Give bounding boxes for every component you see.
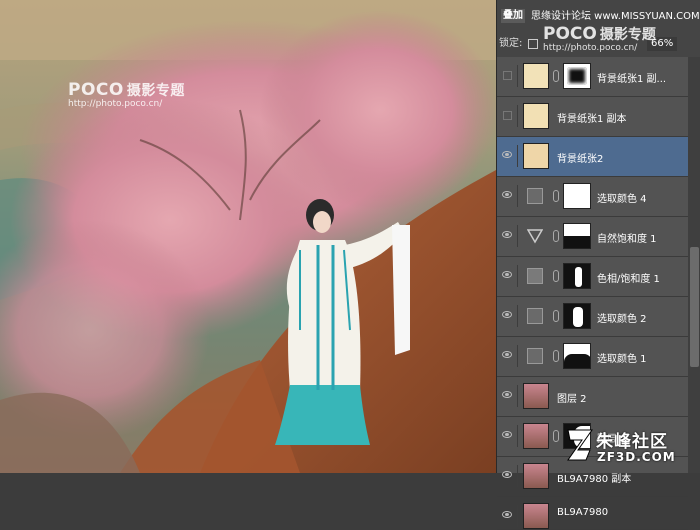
visibility-toggle[interactable] xyxy=(499,265,518,287)
eye-icon xyxy=(502,351,512,358)
layer-name: 背景纸张2 xyxy=(557,154,604,165)
layer-row[interactable]: 选取颜色 2 xyxy=(497,297,688,337)
layers-panel: 叠加 思缘设计论坛 www.MISSYUAN.COM 锁定: 66% POCO 摄… xyxy=(496,0,700,530)
eye-icon xyxy=(502,511,512,518)
layer-thumbnail xyxy=(523,143,549,169)
link-icon xyxy=(553,70,559,82)
logo-name: 朱峰社区 xyxy=(596,432,668,452)
layer-name: 选取颜色 1 xyxy=(597,354,647,365)
photo-artwork xyxy=(0,0,496,473)
link-icon xyxy=(553,310,559,322)
layer-thumbnail xyxy=(523,503,549,529)
visibility-toggle[interactable] xyxy=(499,505,518,527)
visibility-toggle[interactable] xyxy=(499,425,518,447)
hue-saturation-icon xyxy=(527,268,543,284)
layer-thumbnail xyxy=(523,103,549,129)
visibility-toggle[interactable] xyxy=(499,225,518,247)
layer-row[interactable]: 色相/饱和度 1 xyxy=(497,257,688,297)
eye-icon xyxy=(502,471,512,478)
visibility-toggle[interactable] xyxy=(499,185,518,207)
layer-name: 选取颜色 2 xyxy=(597,314,647,325)
eye-icon xyxy=(502,151,512,158)
tab-blend[interactable]: 叠加 xyxy=(501,9,525,23)
layer-thumbnail xyxy=(523,63,549,89)
layer-thumbnail xyxy=(523,423,549,449)
layer-row[interactable]: 选取颜色 1 xyxy=(497,337,688,377)
logo-domain: ZF3D.COM xyxy=(597,450,676,464)
visibility-toggle[interactable] xyxy=(499,345,518,367)
z-logo-icon xyxy=(567,429,593,461)
layer-name: 选取颜色 4 xyxy=(597,194,647,205)
eye-icon xyxy=(502,231,512,238)
layer-mask-thumbnail xyxy=(563,63,591,89)
layer-name: 背景纸张1 副... xyxy=(597,74,667,85)
selective-color-icon xyxy=(527,308,543,324)
visibility-toggle[interactable] xyxy=(499,305,518,327)
watermark-url: http://photo.poco.cn/ xyxy=(68,99,163,109)
selective-color-icon xyxy=(527,348,543,364)
hidden-box-icon xyxy=(503,71,512,80)
layer-name: 背景纸张1 副本 xyxy=(557,114,627,125)
panel-watermark-brand: POCO xyxy=(543,24,597,44)
watermark-brand-cn: 摄影专题 xyxy=(126,83,185,99)
site-watermark: 思缘设计论坛 www.MISSYUAN.COM xyxy=(531,11,700,22)
hidden-box-icon xyxy=(503,111,512,120)
layer-row[interactable]: 图层 2 xyxy=(497,377,688,417)
visibility-toggle[interactable] xyxy=(499,145,518,167)
layer-list: 背景纸张1 副... 背景纸张1 副本 背景纸张2 选取颜色 4 自然饱和度 1 xyxy=(497,57,688,530)
visibility-toggle[interactable] xyxy=(499,105,518,127)
layer-name: BL9A7980 xyxy=(557,507,609,518)
visibility-toggle[interactable] xyxy=(499,385,518,407)
link-icon xyxy=(553,350,559,362)
eye-icon xyxy=(502,311,512,318)
watermark-brand: POCO xyxy=(68,80,124,100)
link-icon xyxy=(553,270,559,282)
lock-transparent-icon[interactable] xyxy=(528,39,538,49)
layer-name: 自然饱和度 1 xyxy=(597,234,657,245)
link-icon xyxy=(553,430,559,442)
layer-row-selected[interactable]: 背景纸张2 xyxy=(497,137,688,177)
layer-mask-thumbnail xyxy=(563,263,591,289)
layer-mask-thumbnail xyxy=(563,303,591,329)
link-icon xyxy=(553,230,559,242)
selective-color-icon xyxy=(527,188,543,204)
layer-mask-thumbnail xyxy=(563,183,591,209)
panel-scrollbar[interactable] xyxy=(688,57,700,473)
scrollbar-thumb[interactable] xyxy=(690,247,699,367)
eye-icon xyxy=(502,431,512,438)
link-icon xyxy=(553,190,559,202)
visibility-toggle[interactable] xyxy=(499,465,518,487)
poco-watermark: POCO 摄影专题 http://photo.poco.cn/ xyxy=(68,80,185,109)
panel-watermark-brand-cn: 摄影专题 xyxy=(599,27,656,43)
eye-icon xyxy=(502,391,512,398)
layer-thumbnail xyxy=(523,463,549,489)
site-logo: 朱峰社区 ZF3D.COM xyxy=(566,422,698,470)
eye-icon xyxy=(502,191,512,198)
layer-name: 色相/饱和度 1 xyxy=(597,274,660,285)
layer-row[interactable]: 自然饱和度 1 xyxy=(497,217,688,257)
lock-label: 锁定: xyxy=(499,38,523,49)
layer-name: BL9A7980 副本 xyxy=(557,474,632,485)
layer-name: 图层 2 xyxy=(557,394,587,405)
panel-poco-watermark: POCO 摄影专题 http://photo.poco.cn/ xyxy=(543,24,656,53)
layer-row[interactable]: 背景纸张1 副... xyxy=(497,57,688,97)
layer-thumbnail xyxy=(523,383,549,409)
layer-row[interactable]: 选取颜色 4 xyxy=(497,177,688,217)
eye-icon xyxy=(502,271,512,278)
panel-watermark-url: http://photo.poco.cn/ xyxy=(543,43,638,53)
layer-mask-thumbnail xyxy=(563,343,591,369)
vibrance-icon xyxy=(527,229,543,244)
layer-mask-thumbnail xyxy=(563,223,591,249)
photo-canvas[interactable]: POCO 摄影专题 http://photo.poco.cn/ xyxy=(0,0,496,473)
layer-row[interactable]: 背景纸张1 副本 xyxy=(497,97,688,137)
layer-row[interactable]: BL9A7980 xyxy=(497,497,688,530)
visibility-toggle[interactable] xyxy=(499,65,518,87)
